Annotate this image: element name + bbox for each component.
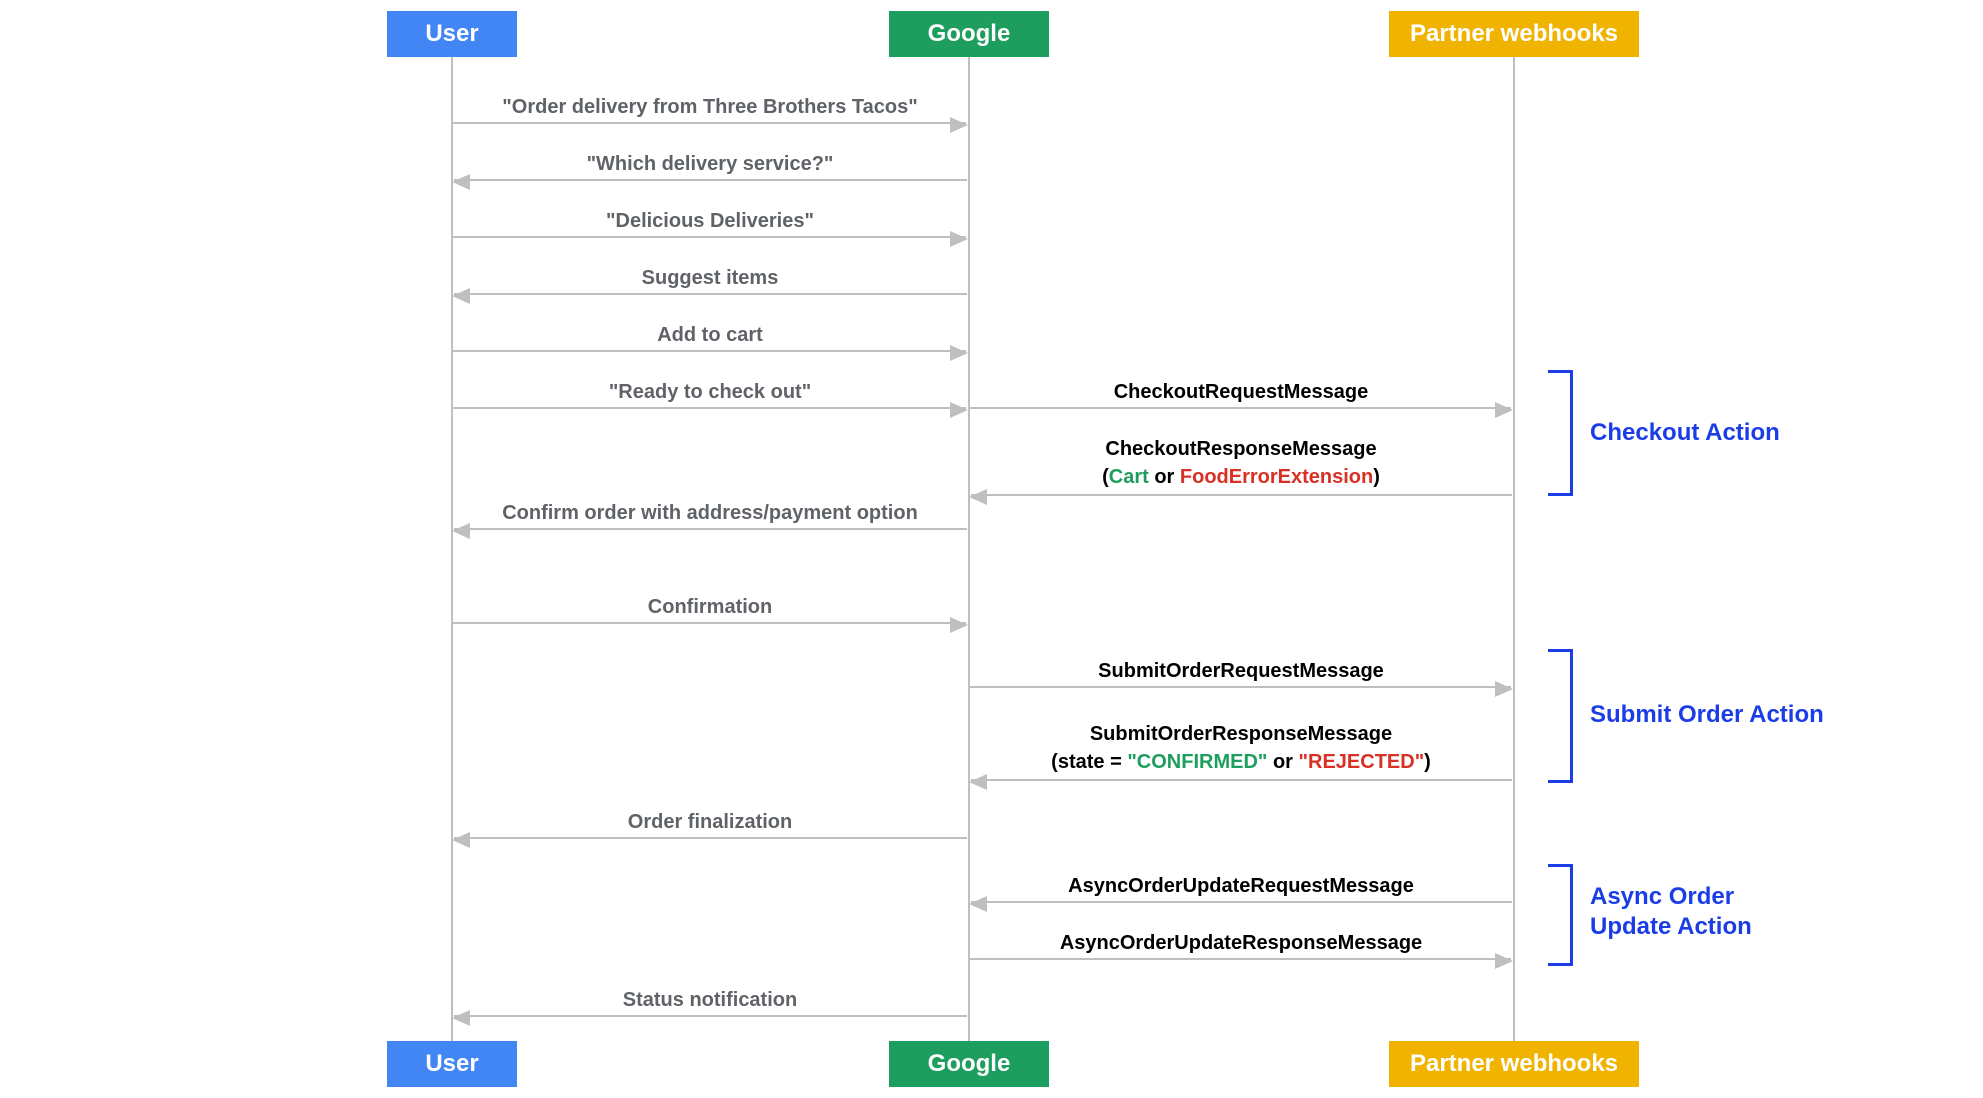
arrow xyxy=(454,179,967,181)
arrow xyxy=(971,779,1512,781)
arrow xyxy=(970,958,1511,960)
arrow xyxy=(970,686,1511,688)
arrow xyxy=(453,407,966,409)
msg-checkout-response-sub: (Cart or FoodErrorExtension) xyxy=(969,466,1513,489)
participant-partner-bottom: Partner webhooks xyxy=(1389,1041,1639,1087)
bracket-submit xyxy=(1548,649,1573,783)
participant-google-top: Google xyxy=(889,11,1049,57)
arrow xyxy=(454,293,967,295)
participant-user-top: User xyxy=(387,11,517,57)
arrow xyxy=(454,837,967,839)
participant-partner-top: Partner webhooks xyxy=(1389,11,1639,57)
arrow xyxy=(971,901,1512,903)
arrow xyxy=(453,236,966,238)
msg-which-service: "Which delivery service?" xyxy=(452,153,968,176)
msg-suggest-items: Suggest items xyxy=(452,267,968,290)
msg-async-request: AsyncOrderUpdateRequestMessage xyxy=(969,875,1513,898)
arrow xyxy=(453,122,966,124)
arrow xyxy=(454,528,967,530)
msg-status-notification: Status notification xyxy=(452,989,968,1012)
bracket-checkout xyxy=(1548,370,1573,496)
msg-checkout-request: CheckoutRequestMessage xyxy=(969,381,1513,404)
arrow xyxy=(453,622,966,624)
msg-confirmation: Confirmation xyxy=(452,596,968,619)
msg-order-finalization: Order finalization xyxy=(452,811,968,834)
bracket-label-async: Async Order Update Action xyxy=(1590,882,1790,942)
lifeline-partner xyxy=(1513,57,1515,1041)
arrow xyxy=(453,350,966,352)
msg-delicious: "Delicious Deliveries" xyxy=(452,210,968,233)
bracket-label-checkout: Checkout Action xyxy=(1590,418,1780,448)
arrow xyxy=(971,494,1512,496)
participant-google-bottom: Google xyxy=(889,1041,1049,1087)
msg-submit-response-sub: (state = "CONFIRMED" or "REJECTED") xyxy=(969,751,1513,774)
bracket-label-submit: Submit Order Action xyxy=(1590,700,1824,730)
bracket-async xyxy=(1548,864,1573,966)
msg-checkout-response: CheckoutResponseMessage xyxy=(969,438,1513,461)
msg-add-to-cart: Add to cart xyxy=(452,324,968,347)
arrow xyxy=(454,1015,967,1017)
msg-order-delivery: "Order delivery from Three Brothers Taco… xyxy=(452,96,968,119)
lifeline-user xyxy=(451,57,453,1041)
arrow xyxy=(970,407,1511,409)
msg-async-response: AsyncOrderUpdateResponseMessage xyxy=(969,932,1513,955)
sequence-diagram: User Google Partner webhooks User Google… xyxy=(0,0,1983,1098)
msg-ready-checkout: "Ready to check out" xyxy=(452,381,968,404)
msg-submit-request: SubmitOrderRequestMessage xyxy=(969,660,1513,683)
msg-confirm-order: Confirm order with address/payment optio… xyxy=(452,502,968,525)
participant-user-bottom: User xyxy=(387,1041,517,1087)
msg-submit-response: SubmitOrderResponseMessage xyxy=(969,723,1513,746)
